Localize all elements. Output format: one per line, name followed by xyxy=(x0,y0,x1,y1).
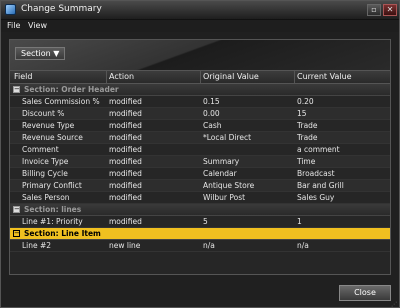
column-header-action[interactable]: Action xyxy=(109,72,134,81)
menu-view[interactable]: View xyxy=(28,21,47,30)
field-cell: Comment xyxy=(22,145,59,154)
change-summary-window: Change Summary ▫ ✕ File View Section ▼ F… xyxy=(0,0,400,308)
table-row[interactable]: Sales Person modified Wilbur Post Sales Guy xyxy=(10,192,390,204)
table-row[interactable]: Sales Commission % modified 0.15 0.20 xyxy=(10,96,390,108)
action-cell: modified xyxy=(109,193,142,202)
collapse-toggle-icon[interactable]: − xyxy=(13,86,20,93)
table-row[interactable]: Discount % modified 0.00 15 xyxy=(10,108,390,120)
resize-grip-icon[interactable]: ⋰ xyxy=(391,301,398,308)
original-value-cell: 0.00 xyxy=(203,109,220,118)
app-icon xyxy=(5,4,16,15)
table-row[interactable]: Revenue Source modified *Local Direct Trade xyxy=(10,132,390,144)
original-value-cell: 5 xyxy=(203,217,208,226)
menu-bar: File View xyxy=(1,20,399,32)
action-cell: modified xyxy=(109,133,142,142)
collapse-toggle-icon[interactable]: − xyxy=(13,230,20,237)
window-title: Change Summary xyxy=(21,4,102,14)
current-value-cell: 15 xyxy=(297,109,307,118)
grid-panel: Section ▼ Field Action Original Value Cu… xyxy=(9,39,391,275)
original-value-cell: n/a xyxy=(203,241,215,250)
window-close-button[interactable]: ✕ xyxy=(383,4,397,16)
close-button[interactable]: Close xyxy=(339,285,391,301)
action-cell: modified xyxy=(109,181,142,190)
section-header[interactable]: − Section: Order Header xyxy=(10,84,390,96)
original-value-cell: 0.15 xyxy=(203,97,220,106)
current-value-cell: Sales Guy xyxy=(297,193,335,202)
action-cell: modified xyxy=(109,109,142,118)
field-cell: Line #1: Priority xyxy=(22,217,83,226)
field-cell: Line #2 xyxy=(22,241,52,250)
table-row[interactable]: Invoice Type modified Summary Time xyxy=(10,156,390,168)
section-title: Section: Line Item xyxy=(24,229,101,238)
field-cell: Sales Commission % xyxy=(22,97,100,106)
current-value-cell: Trade xyxy=(297,121,318,130)
field-cell: Revenue Source xyxy=(22,133,83,142)
table-row[interactable]: Comment modified a comment xyxy=(10,144,390,156)
action-cell: modified xyxy=(109,145,142,154)
table-row[interactable]: Billing Cycle modified Calendar Broadcast xyxy=(10,168,390,180)
grid-header: Field Action Original Value Current Valu… xyxy=(10,70,390,84)
field-cell: Revenue Type xyxy=(22,121,75,130)
action-cell: modified xyxy=(109,217,142,226)
action-cell: modified xyxy=(109,121,142,130)
column-separator[interactable] xyxy=(294,71,295,83)
column-separator[interactable] xyxy=(200,71,201,83)
table-row[interactable]: Line #2 new line n/a n/a xyxy=(10,240,390,252)
current-value-cell: 1 xyxy=(297,217,302,226)
original-value-cell: Wilbur Post xyxy=(203,193,246,202)
section-title: Section: lines xyxy=(24,205,82,214)
field-cell: Primary Conflict xyxy=(22,181,82,190)
action-cell: new line xyxy=(109,241,141,250)
section-header[interactable]: − Section: Line Item xyxy=(10,228,390,240)
table-row[interactable]: Primary Conflict modified Antique Store Bar… xyxy=(10,180,390,192)
current-value-cell: a comment xyxy=(297,145,340,154)
current-value-cell: Broadcast xyxy=(297,169,335,178)
original-value-cell: *Local Direct xyxy=(203,133,252,142)
current-value-cell: n/a xyxy=(297,241,309,250)
table-row[interactable]: Line #1: Priority modified 5 1 xyxy=(10,216,390,228)
table-row[interactable]: Revenue Type modified Cash Trade xyxy=(10,120,390,132)
current-value-cell: Time xyxy=(297,157,316,166)
title-bar[interactable]: Change Summary ▫ ✕ xyxy=(1,1,399,20)
field-cell: Discount % xyxy=(22,109,65,118)
original-value-cell: Cash xyxy=(203,121,222,130)
action-cell: modified xyxy=(109,169,142,178)
section-header[interactable]: − Section: lines xyxy=(10,204,390,216)
action-cell: modified xyxy=(109,157,142,166)
menu-file[interactable]: File xyxy=(7,21,20,30)
column-header-field[interactable]: Field xyxy=(14,72,32,81)
field-cell: Sales Person xyxy=(22,193,70,202)
current-value-cell: Trade xyxy=(297,133,318,142)
field-cell: Invoice Type xyxy=(22,157,69,166)
current-value-cell: Bar and Grill xyxy=(297,181,344,190)
minimize-button[interactable]: ▫ xyxy=(367,4,381,16)
original-value-cell: Summary xyxy=(203,157,240,166)
section-title: Section: Order Header xyxy=(24,85,119,94)
collapse-toggle-icon[interactable]: − xyxy=(13,206,20,213)
grid-body: − Section: Order Header Sales Commission %… xyxy=(10,84,390,252)
column-separator[interactable] xyxy=(106,71,107,83)
action-cell: modified xyxy=(109,97,142,106)
original-value-cell: Antique Store xyxy=(203,181,255,190)
column-header-original-value[interactable]: Original Value xyxy=(203,72,259,81)
original-value-cell: Calendar xyxy=(203,169,237,178)
current-value-cell: 0.20 xyxy=(297,97,314,106)
group-by-section-chip[interactable]: Section ▼ xyxy=(15,47,66,60)
field-cell: Billing Cycle xyxy=(22,169,68,178)
group-by-area: Section ▼ xyxy=(10,40,390,70)
column-header-current-value[interactable]: Current Value xyxy=(297,72,352,81)
